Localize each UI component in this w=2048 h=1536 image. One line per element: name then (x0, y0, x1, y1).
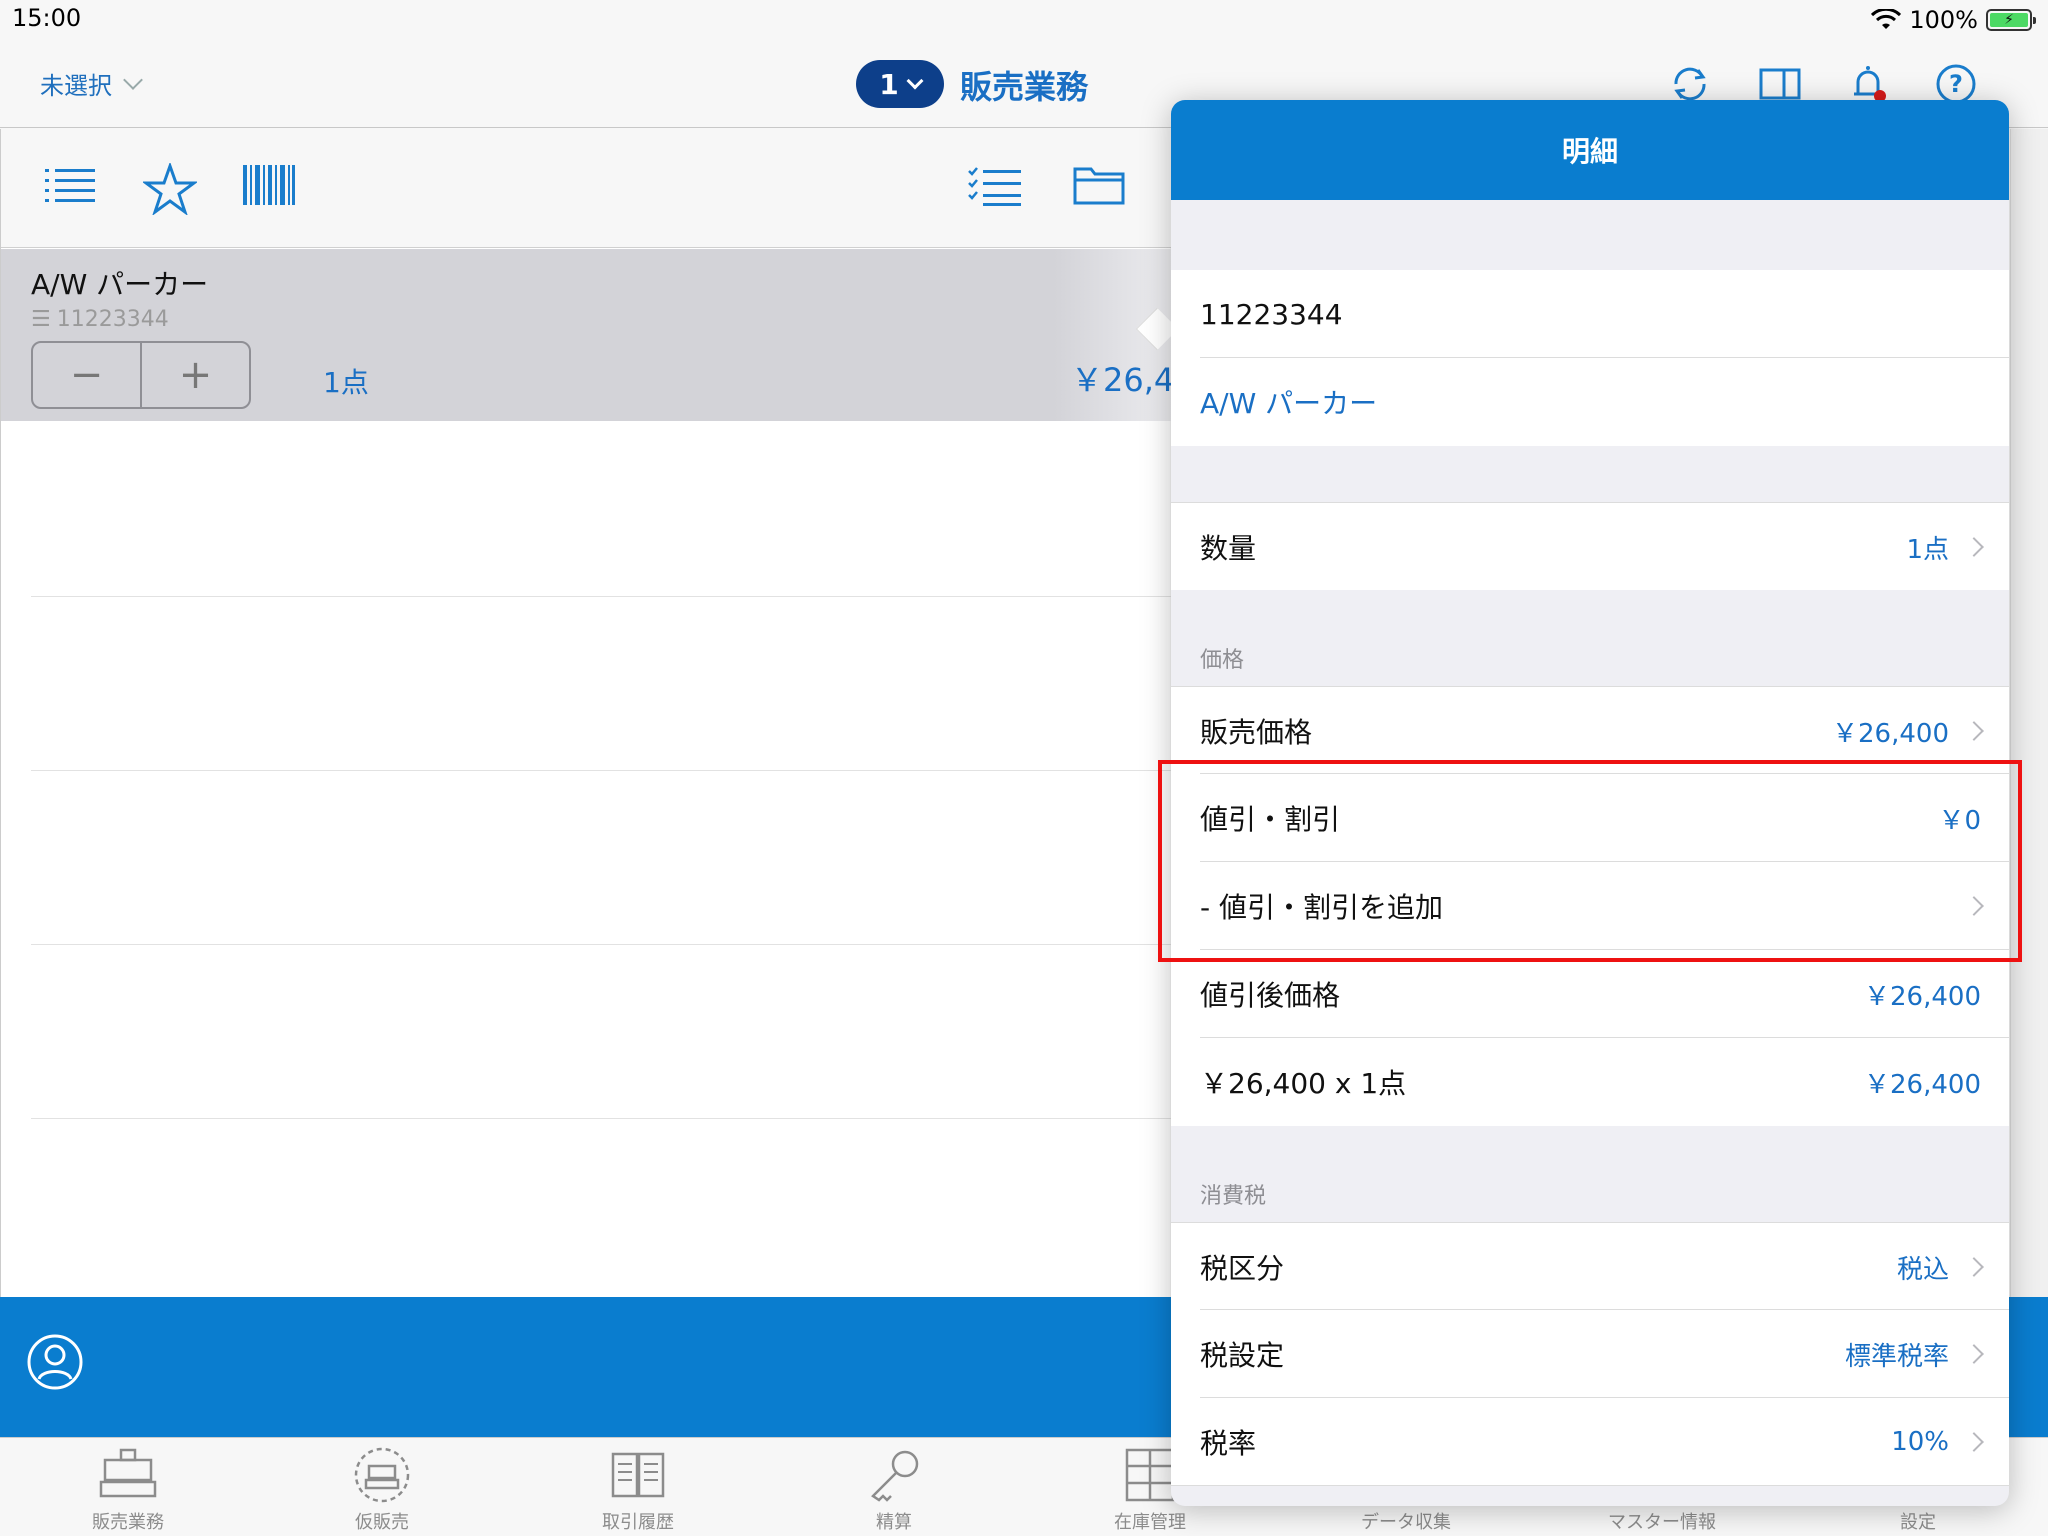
empty-row-divider (31, 596, 1171, 597)
popover-title: 明細 (1171, 100, 2009, 200)
key-icon (871, 1450, 919, 1502)
detail-name: A/W パーカー (1200, 387, 1378, 420)
chevron-down-icon (123, 69, 143, 90)
status-time: 15:00 (12, 4, 82, 32)
quantity-cell[interactable]: 数量 1点 (1171, 502, 2009, 590)
tax-class-value: 税込 (1896, 1254, 1949, 1285)
subtotal-label: ￥26,400 x 1点 (1200, 1067, 1407, 1100)
status-indicators: 100% ⚡ (1871, 4, 2036, 36)
tax-rate-value: 10% (1891, 1427, 1949, 1457)
tab-label: 在庫管理 (1114, 1512, 1186, 1533)
item-price: ￥26,4 (1071, 361, 1171, 399)
price-section-label: 価格 (1200, 648, 1245, 673)
wifi-icon (1871, 9, 1902, 29)
tab-label: 仮販売 (355, 1512, 409, 1533)
empty-row-divider (31, 770, 1171, 771)
discount-highlight-box (1158, 760, 2022, 962)
tab-label: データ収集 (1361, 1512, 1451, 1533)
empty-row-divider (31, 1118, 1171, 1119)
after-discount-label: 値引後価格 (1200, 979, 1341, 1012)
right-panel-edge (2010, 129, 2048, 1297)
tax-class-label: 税区分 (1200, 1252, 1285, 1285)
chevron-right-icon (1964, 1257, 1984, 1277)
star-icon[interactable] (143, 163, 197, 215)
tax-rate-label: 税率 (1200, 1427, 1257, 1460)
tax-setting-label: 税設定 (1200, 1339, 1285, 1372)
tab-provisional-sales[interactable]: 仮販売 (292, 1446, 472, 1534)
tax-rate-cell[interactable]: 税率 10% (1171, 1398, 2009, 1486)
folder-icon[interactable] (1073, 163, 1125, 207)
page-title: 販売業務 (960, 68, 1089, 106)
list-icon[interactable] (45, 163, 95, 207)
register-selector[interactable]: 1 (856, 60, 944, 108)
chevron-right-icon (1964, 1344, 1984, 1364)
decrement-button[interactable]: − (33, 343, 140, 407)
item-name: A/W パーカー (31, 268, 209, 301)
quantity-value-wrap: 1点 (1906, 503, 1984, 591)
tab-label: 精算 (876, 1512, 912, 1533)
battery-icon: ⚡ (1986, 9, 2036, 31)
cart-pane: A/W パーカー ☰ 11223344 − + 1点 ￥26,4 (0, 129, 1171, 1297)
empty-row-divider (31, 944, 1171, 945)
register-number: 1 (879, 67, 899, 101)
chevron-right-icon (1964, 537, 1984, 557)
sale-price-value: ￥26,400 (1832, 718, 1949, 749)
item-code: ☰ 11223344 (31, 307, 169, 332)
barcode-small-icon: ☰ (31, 307, 51, 332)
tax-class-cell[interactable]: 税区分 税込 (1171, 1222, 2009, 1310)
detail-code-cell: 11223344 (1171, 270, 2009, 358)
cart-toolbar (1, 129, 1171, 248)
register-icon (99, 1448, 157, 1498)
cart-item-row[interactable]: A/W パーカー ☰ 11223344 − + 1点 ￥26,4 (1, 249, 1171, 421)
battery-percent: 100% (1909, 6, 1978, 34)
tax-setting-cell[interactable]: 税設定 標準税率 (1171, 1310, 2009, 1398)
after-discount-cell: 値引後価格 ￥26,400 (1171, 950, 2009, 1038)
status-bar: 15:00 100% ⚡ (0, 0, 2048, 40)
quantity-value: 1点 (1906, 534, 1949, 565)
increment-button[interactable]: + (140, 343, 249, 407)
quantity-label: 数量 (1200, 532, 1257, 565)
tab-sales[interactable]: 販売業務 (38, 1446, 218, 1534)
tab-label: 設定 (1900, 1512, 1936, 1533)
subtotal-cell: ￥26,400 x 1点 ￥26,400 (1171, 1038, 2009, 1126)
svg-text:?: ? (1949, 70, 1963, 98)
subtotal-value: ￥26,400 (1864, 1069, 1981, 1100)
checklist-icon[interactable] (967, 163, 1021, 207)
store-selector-label: 未選択 (40, 72, 112, 100)
store-selector[interactable]: 未選択 (40, 66, 143, 101)
chevron-right-icon (1964, 721, 1984, 741)
tax-setting-value: 標準税率 (1844, 1341, 1949, 1372)
tax-section-label: 消費税 (1200, 1184, 1267, 1209)
customer-icon[interactable] (26, 1333, 84, 1391)
tab-transaction-history[interactable]: 取引履歴 (548, 1446, 728, 1534)
book-icon (611, 1452, 665, 1498)
tab-label: マスター情報 (1608, 1512, 1716, 1533)
detail-code: 11223344 (1200, 297, 1343, 331)
tab-settlement[interactable]: 精算 (804, 1446, 984, 1534)
dashed-register-icon (354, 1447, 410, 1503)
item-code-text: 11223344 (56, 307, 169, 332)
after-discount-value: ￥26,400 (1864, 981, 1981, 1012)
tab-label: 販売業務 (92, 1512, 164, 1533)
barcode-icon[interactable] (243, 163, 295, 207)
item-quantity: 1点 (323, 366, 369, 399)
chevron-down-icon (906, 72, 924, 90)
detail-name-cell[interactable]: A/W パーカー (1171, 358, 2009, 446)
quantity-stepper: − + (31, 341, 251, 409)
chevron-right-icon (1964, 1432, 1984, 1452)
tab-label: 取引履歴 (602, 1512, 674, 1533)
